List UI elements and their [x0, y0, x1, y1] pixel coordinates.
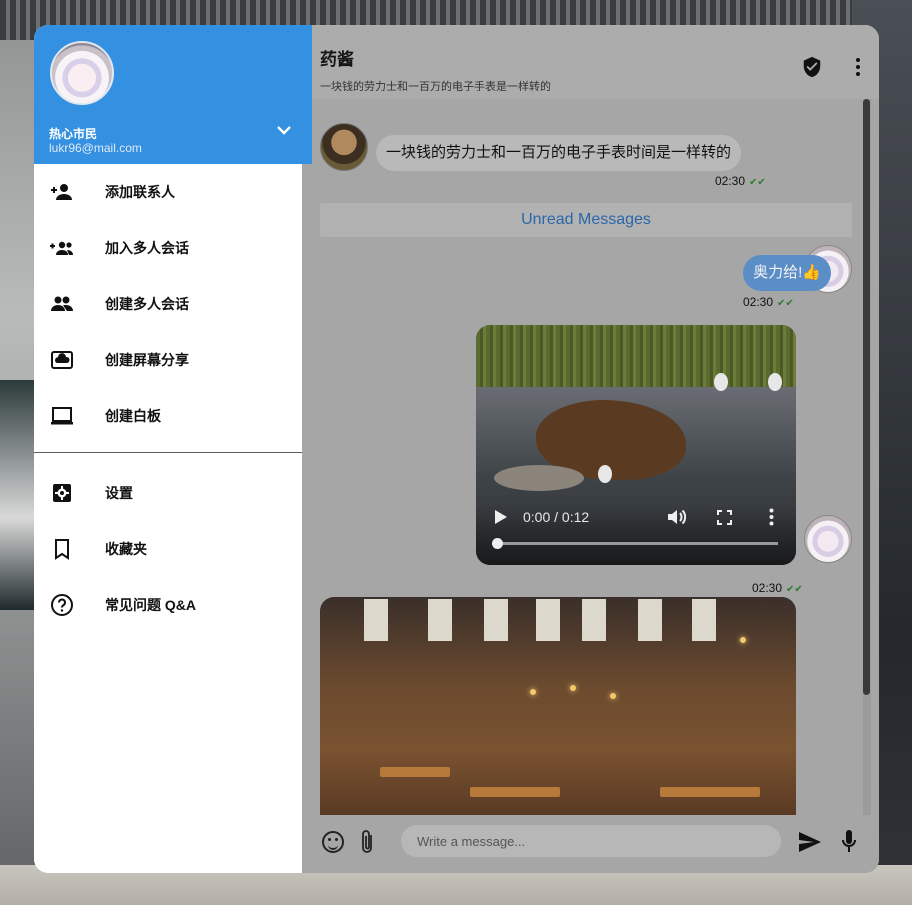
my-avatar[interactable] [804, 515, 852, 563]
menu-item-create-group[interactable]: 创建多人会话 [34, 276, 302, 332]
photo-lamp [740, 637, 746, 643]
user-email: lukr96@mail.com [49, 141, 142, 155]
shield-icon[interactable] [801, 55, 823, 79]
menu-label: 收藏夹 [105, 541, 147, 557]
video-scene-rock [494, 465, 584, 491]
more-vert-icon[interactable] [855, 57, 861, 77]
double-check-icon: ✔✔ [786, 584, 803, 595]
time-text: 02:30 [743, 295, 774, 309]
chat-subtitle: 一块钱的劳力士和一百万的电子手表是一样转的 [320, 81, 551, 91]
group-add-icon [50, 241, 73, 255]
menu-label: 创建屏幕分享 [105, 352, 189, 368]
video-message-time: 02:30 ✔✔ [752, 581, 803, 595]
menu-label: 加入多人会话 [105, 240, 189, 256]
video-more-icon[interactable] [769, 508, 774, 526]
volume-icon[interactable] [666, 507, 688, 527]
user-avatar[interactable] [50, 41, 114, 105]
incoming-message-bubble[interactable]: 一块钱的劳力士和一百万的电子手表时间是一样转的 [376, 135, 742, 171]
photo-banner [582, 599, 606, 641]
photo-banner [364, 599, 388, 641]
photo-table [380, 767, 450, 777]
attach-icon[interactable] [360, 829, 376, 855]
time-text: 02:30 [715, 174, 746, 188]
menu-label: 添加联系人 [105, 184, 175, 200]
photo-banner [484, 599, 508, 641]
navigation-drawer: 热心市民 lukr96@mail.com 添加联系人 加入多人会话 创建多人会话… [34, 25, 312, 873]
fullscreen-icon[interactable] [717, 510, 732, 525]
group-icon [51, 296, 73, 311]
person-add-icon [51, 184, 72, 200]
double-check-icon: ✔✔ [777, 298, 794, 309]
drawer-header: 热心市民 lukr96@mail.com [34, 25, 312, 164]
menu-item-settings[interactable]: 设置 [34, 465, 302, 521]
menu-item-whiteboard[interactable]: 创建白板 [34, 388, 302, 444]
menu-label: 常见问题 Q&A [105, 597, 196, 613]
photo-banner [536, 599, 560, 641]
message-input[interactable] [401, 825, 781, 857]
video-time-display: 0:00 / 0:12 [523, 509, 590, 525]
chat-panel: 药酱 一块钱的劳力士和一百万的电子手表是一样转的 一块钱的劳力士和一百万的电子手… [302, 25, 879, 873]
play-icon[interactable] [494, 509, 508, 525]
photo-banner [638, 599, 662, 641]
menu-label: 创建多人会话 [105, 296, 189, 312]
image-message[interactable] [320, 597, 796, 815]
drawer-menu: 添加联系人 加入多人会话 创建多人会话 创建屏幕分享 创建白板 设置 收藏夹 常… [34, 164, 302, 633]
menu-item-screen-share[interactable]: 创建屏幕分享 [34, 332, 302, 388]
menu-label: 创建白板 [105, 408, 161, 424]
send-icon[interactable] [798, 831, 822, 853]
photo-lamp [570, 685, 576, 691]
help-icon [51, 594, 73, 616]
background-person [0, 380, 34, 610]
photo-lamp [530, 689, 536, 695]
menu-item-faq[interactable]: 常见问题 Q&A [34, 577, 302, 633]
video-scene-bird [598, 465, 612, 483]
user-name: 热心市民 [49, 127, 98, 141]
bookmark-icon [55, 539, 69, 560]
screen-share-icon [51, 351, 73, 369]
drawer-divider [34, 452, 302, 453]
video-scene-grass [476, 325, 796, 387]
menu-item-join-group[interactable]: 加入多人会话 [34, 220, 302, 276]
menu-label: 设置 [105, 485, 133, 501]
outgoing-message-time: 02:30 ✔✔ [743, 295, 794, 309]
settings-icon [53, 484, 71, 502]
microphone-icon[interactable] [842, 829, 856, 855]
incoming-message-time: 02:30 ✔✔ [715, 174, 766, 188]
scrollbar-thumb[interactable] [863, 99, 870, 695]
chat-title[interactable]: 药酱 [320, 45, 354, 70]
message-composer [302, 817, 879, 873]
contact-avatar[interactable] [320, 123, 368, 171]
emoji-icon[interactable] [322, 831, 344, 853]
photo-banner [428, 599, 452, 641]
chevron-down-icon[interactable] [277, 125, 291, 135]
menu-item-favorites[interactable]: 收藏夹 [34, 521, 302, 577]
menu-item-add-contact[interactable]: 添加联系人 [34, 164, 302, 220]
video-progress-knob[interactable] [492, 538, 503, 549]
video-progress-bar[interactable] [496, 542, 778, 545]
unread-messages-divider: Unread Messages [320, 203, 852, 237]
chat-header: 药酱 一块钱的劳力士和一百万的电子手表是一样转的 [302, 25, 879, 99]
laptop-icon [51, 407, 73, 425]
video-scene-bird [768, 373, 782, 391]
double-check-icon: ✔✔ [749, 177, 766, 188]
photo-table [470, 787, 560, 797]
video-scene-bird [714, 373, 728, 391]
photo-table [660, 787, 760, 797]
photo-lamp [610, 693, 616, 699]
photo-banner [692, 599, 716, 641]
video-message[interactable]: 0:00 / 0:12 [476, 325, 796, 565]
app-window: 药酱 一块钱的劳力士和一百万的电子手表是一样转的 一块钱的劳力士和一百万的电子手… [34, 25, 879, 873]
time-text: 02:30 [752, 581, 783, 595]
outgoing-message-bubble[interactable]: 奥力给!👍 [743, 255, 831, 291]
